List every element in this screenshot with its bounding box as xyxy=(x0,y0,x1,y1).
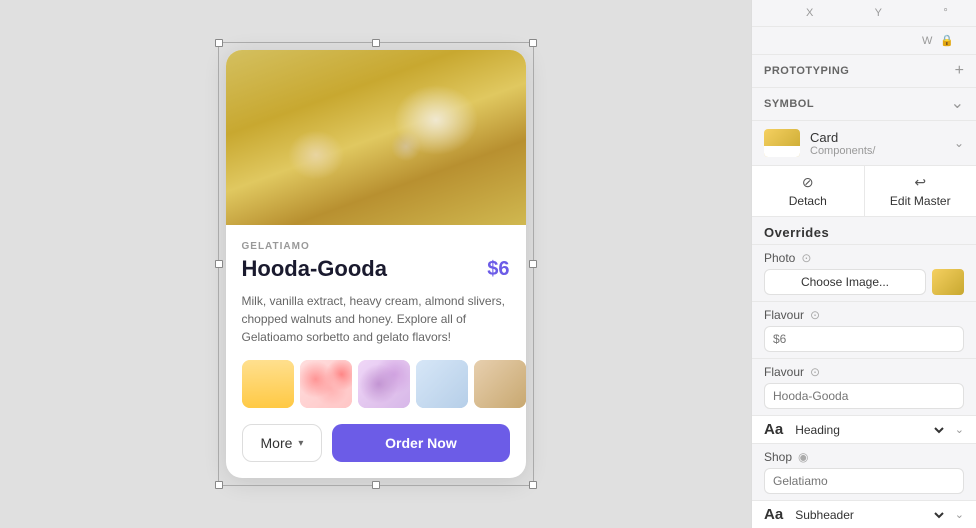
thumbnail-1[interactable] xyxy=(242,360,294,408)
thumb-inner-1 xyxy=(242,360,294,408)
subheader-style-row: Aa Subheader ⌄ xyxy=(752,501,976,528)
choose-image-button[interactable]: Choose Image... xyxy=(764,269,926,295)
symbol-section-header: SYMBOL ⌄ xyxy=(752,88,976,121)
handle-right-mid[interactable] xyxy=(529,260,537,268)
symbol-expand-icon[interactable]: ⌄ xyxy=(954,136,964,150)
flavour-price-override-section: Flavour ⊙ xyxy=(752,302,976,359)
thumb-inner-5 xyxy=(474,360,526,408)
handle-top-mid[interactable] xyxy=(372,39,380,47)
y-label: Y xyxy=(875,7,889,19)
handle-bottom-left[interactable] xyxy=(215,481,223,489)
coordinates-row: 0 X 0 Y 0 ° xyxy=(752,0,976,27)
angle-group: 0 ° xyxy=(901,6,964,20)
subheader-aa-icon: Aa xyxy=(764,506,783,523)
overrides-header: Overrides xyxy=(752,217,976,245)
edit-master-icon: ↩ xyxy=(914,174,926,191)
thumb-inner-2 xyxy=(300,360,352,408)
detach-button[interactable]: ⊘ Detach xyxy=(752,166,865,216)
flavour-price-label: Flavour xyxy=(764,308,804,322)
right-panel: 0 X 0 Y 0 ° 380 W 🔒 486 H ⇆ ⇅ PROTOTYPIN… xyxy=(751,0,976,528)
shop-link-icon: ◉ xyxy=(798,450,808,464)
flavour-name-input[interactable] xyxy=(764,383,964,409)
flavour-name-override-section: Flavour ⊙ xyxy=(752,359,976,416)
image-thumb-preview xyxy=(932,269,964,295)
photo-link-icon: ⊙ xyxy=(801,251,811,265)
photo-image-row: Choose Image... xyxy=(764,269,964,295)
x-input[interactable]: 0 xyxy=(764,6,802,20)
prototyping-add-icon[interactable]: + xyxy=(955,63,964,79)
heading-style-select[interactable]: Heading xyxy=(791,422,947,438)
thumbnail-3[interactable] xyxy=(358,360,410,408)
angle-label: ° xyxy=(943,7,957,19)
dimensions-row: 380 W 🔒 486 H ⇆ ⇅ xyxy=(752,27,976,55)
width-label: W xyxy=(922,35,936,47)
subheader-style-select[interactable]: Subheader xyxy=(791,507,947,523)
card-image-bg xyxy=(226,50,526,225)
thumbnail-5[interactable] xyxy=(474,360,526,408)
shop-label-row: Shop ◉ xyxy=(764,450,964,464)
flavour-name-link-icon: ⊙ xyxy=(810,365,820,379)
prototyping-label: PROTOTYPING xyxy=(764,65,849,77)
flavour-price-label-row: Flavour ⊙ xyxy=(764,308,964,322)
shop-override-section: Shop ◉ xyxy=(752,444,976,501)
thumb-inner-3 xyxy=(358,360,410,408)
handle-bottom-mid[interactable] xyxy=(372,481,380,489)
thumbnail-4[interactable] xyxy=(416,360,468,408)
symbol-name: Card xyxy=(810,130,944,145)
symbol-row[interactable]: Card Components/ ⌄ xyxy=(752,121,976,166)
y-group: 0 Y xyxy=(833,6,896,20)
card-image xyxy=(226,50,526,225)
handle-bottom-right[interactable] xyxy=(529,481,537,489)
y-input[interactable]: 0 xyxy=(833,6,871,20)
x-label: X xyxy=(806,7,820,19)
shop-label: Shop xyxy=(764,450,792,464)
subheader-chevron-icon: ⌄ xyxy=(955,508,964,521)
symbol-info: Card Components/ xyxy=(810,130,944,157)
flavour-name-label-row: Flavour ⊙ xyxy=(764,365,964,379)
symbol-path: Components/ xyxy=(810,145,944,157)
height-group: 486 H xyxy=(958,34,976,48)
symbol-buttons: ⊘ Detach ↩ Edit Master xyxy=(752,166,976,217)
heading-style-row: Aa Heading ⌄ xyxy=(752,416,976,444)
lock-icon[interactable]: 🔒 xyxy=(940,34,954,47)
edit-master-button[interactable]: ↩ Edit Master xyxy=(865,166,976,216)
heading-aa-icon: Aa xyxy=(764,421,783,438)
handle-left-mid[interactable] xyxy=(215,260,223,268)
height-input[interactable]: 486 xyxy=(958,34,976,48)
overrides-label: Overrides xyxy=(764,225,829,240)
heading-chevron-icon: ⌄ xyxy=(955,423,964,436)
photo-override-section: Photo ⊙ Choose Image... xyxy=(752,245,976,302)
detach-icon: ⊘ xyxy=(802,174,814,191)
thumb-inner-4 xyxy=(416,360,468,408)
edit-master-label: Edit Master xyxy=(890,194,951,208)
symbol-chevron-icon[interactable]: ⌄ xyxy=(951,96,964,112)
handle-top-right[interactable] xyxy=(529,39,537,47)
symbol-thumbnail xyxy=(764,129,800,157)
width-group: 380 W xyxy=(764,34,936,48)
choose-image-label: Choose Image... xyxy=(801,275,889,289)
x-group: 0 X xyxy=(764,6,827,20)
flavour-price-link-icon: ⊙ xyxy=(810,308,820,322)
card-wrapper: GELATIAMO Hooda-Gooda $6 Milk, vanilla e… xyxy=(226,50,526,478)
flavour-price-input[interactable] xyxy=(764,326,964,352)
canvas: GELATIAMO Hooda-Gooda $6 Milk, vanilla e… xyxy=(0,0,751,528)
prototyping-section: PROTOTYPING + xyxy=(752,55,976,88)
thumbnail-2[interactable] xyxy=(300,360,352,408)
photo-override-label: Photo xyxy=(764,251,795,265)
detach-label: Detach xyxy=(789,194,827,208)
angle-input[interactable]: 0 xyxy=(901,6,939,20)
photo-label-row: Photo ⊙ xyxy=(764,251,964,265)
shop-input[interactable] xyxy=(764,468,964,494)
flavour-name-label: Flavour xyxy=(764,365,804,379)
handle-top-left[interactable] xyxy=(215,39,223,47)
symbol-label: SYMBOL xyxy=(764,98,814,110)
width-input[interactable]: 380 xyxy=(764,34,919,48)
